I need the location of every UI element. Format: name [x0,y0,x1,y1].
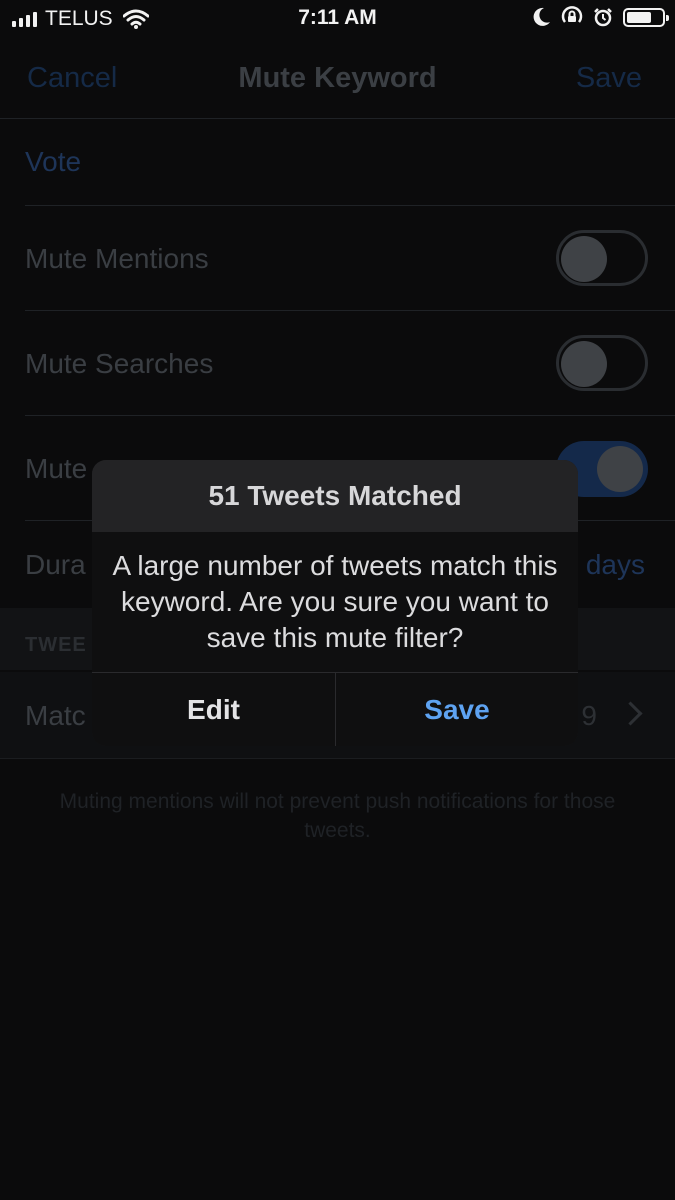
keyword-input[interactable]: Vote [25,146,81,178]
edit-button[interactable]: Edit [92,673,335,746]
duration-value: days [585,549,645,580]
alert-body: A large number of tweets match this keyw… [92,532,578,672]
status-bar: TELUS 7:11 AM [0,0,675,40]
battery-icon [623,7,669,27]
mute-searches-row: Mute Searches [0,311,675,416]
alert-actions: Edit Save [92,672,578,746]
mute-lists-label: Mute [25,453,88,484]
footnote: Muting mentions will not prevent push no… [59,790,616,842]
alert-header: 51 Tweets Matched [92,460,578,532]
mute-mentions-toggle[interactable] [556,230,648,286]
duration-label: Dura [25,549,86,580]
alert-dialog: 51 Tweets Matched A large number of twee… [92,460,578,746]
mute-mentions-row: Mute Mentions [0,206,675,311]
moon-icon [533,7,550,26]
nav-bar: Cancel Mute Keyword Save [0,40,675,119]
match-value: 9 [581,700,597,731]
alert-message: A large number of tweets match this keyw… [112,550,558,653]
alarm-icon [594,8,612,27]
keyword-row: Vote [0,118,675,206]
orientation-lock-icon [561,6,583,23]
match-label: Matc [25,700,86,731]
mute-searches-label: Mute Searches [25,348,214,379]
mute-searches-toggle[interactable] [556,335,648,391]
mute-mentions-label: Mute Mentions [25,243,209,274]
page-title: Mute Keyword [238,62,437,94]
save-button[interactable]: Save [335,673,578,746]
chevron-right-icon [618,701,643,726]
alert-title: 51 Tweets Matched [208,480,462,511]
section-header: TWEE [25,634,87,656]
save-nav-button[interactable]: Save [576,62,642,95]
